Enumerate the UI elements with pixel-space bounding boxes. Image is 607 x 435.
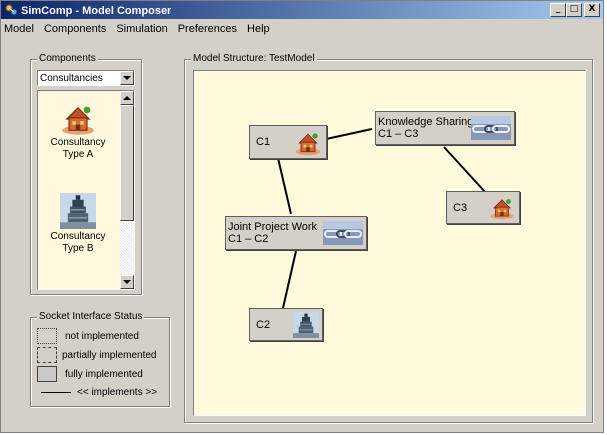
- menu-preferences[interactable]: Preferences: [173, 23, 242, 35]
- menu-help[interactable]: Help: [242, 23, 275, 35]
- tower-icon: [60, 192, 96, 230]
- node-label: Knowledge Sharing C1 – C3: [376, 116, 473, 140]
- connector-node-joint-project-work[interactable]: Joint Project Work C1 – C2: [225, 216, 367, 250]
- house-icon: [295, 132, 321, 156]
- category-select[interactable]: Consultancies: [37, 70, 135, 86]
- tower-icon: [293, 312, 319, 338]
- connector-title: Knowledge Sharing: [378, 116, 474, 128]
- component-node-c2[interactable]: C2: [249, 308, 323, 341]
- component-palette[interactable]: Consultancy Type A Consultancy Type B: [37, 90, 135, 290]
- menu-components[interactable]: Components: [39, 23, 111, 35]
- legend-label: fully implemented: [65, 368, 143, 380]
- scroll-up-button[interactable]: [120, 91, 134, 105]
- window-title: SimComp - Model Composer: [21, 4, 172, 17]
- solid-box-icon: [37, 366, 57, 382]
- maximize-button[interactable]: □: [566, 3, 582, 17]
- socket-status-legend: Socket Interface Status: [37, 311, 145, 322]
- node-label: Joint Project Work C1 – C2: [226, 221, 317, 245]
- palette-item-label: Consultancy: [50, 137, 106, 148]
- connector-endpoints: C1 – C3: [378, 128, 419, 140]
- node-label: C1: [256, 136, 271, 148]
- dropdown-arrow-button[interactable]: [120, 71, 134, 85]
- socket-status-panel: Socket Interface Status not implemented …: [30, 311, 170, 407]
- chevron-down-icon: [123, 280, 131, 284]
- legend-row-implements: << implements >>: [41, 387, 157, 398]
- palette-item-consultancy-b[interactable]: Consultancy Type B: [38, 191, 118, 255]
- legend-label: partially implemented: [62, 349, 157, 361]
- palette-item-consultancy-a[interactable]: Consultancy Type A: [38, 101, 118, 161]
- dotted-box-icon: [37, 328, 57, 344]
- line-icon: [41, 392, 71, 393]
- close-button[interactable]: X: [584, 3, 600, 17]
- link-knowledge-sharing-c3: [443, 146, 487, 194]
- dashed-box-icon: [37, 347, 57, 363]
- menu-bar: Model Components Simulation Preferences …: [1, 20, 603, 38]
- model-structure-panel: Model Structure: TestModel C1 C2 C3 Know…: [184, 53, 593, 423]
- model-structure-legend: Model Structure: TestModel: [191, 53, 317, 64]
- link-c1-joint-project: [277, 157, 292, 215]
- chevron-down-icon: [123, 76, 131, 80]
- palette-scrollbar[interactable]: [120, 91, 134, 289]
- app-icon: [4, 3, 18, 17]
- title-bar[interactable]: SimComp - Model Composer _ □ X: [1, 1, 603, 19]
- menu-model[interactable]: Model: [1, 23, 39, 35]
- minimize-button[interactable]: _: [550, 3, 566, 17]
- menu-simulation[interactable]: Simulation: [111, 23, 172, 35]
- legend-label: << implements >>: [77, 387, 158, 398]
- connector-title: Joint Project Work: [228, 221, 318, 233]
- palette-item-sublabel: Type A: [62, 149, 94, 160]
- main-window: SimComp - Model Composer _ □ X Model Com…: [0, 0, 604, 433]
- node-label: C3: [453, 201, 468, 214]
- scroll-down-button[interactable]: [120, 275, 134, 289]
- component-node-c1[interactable]: C1: [249, 125, 327, 159]
- legend-row-fully-implemented: fully implemented: [37, 366, 143, 382]
- link-joint-project-c2: [282, 250, 297, 309]
- category-select-value: Consultancies: [40, 72, 103, 84]
- house-icon: [61, 106, 95, 136]
- components-panel: Components Consultancies Consultancy Typ…: [30, 53, 142, 295]
- scrollbar-thumb[interactable]: [120, 105, 134, 221]
- chevron-up-icon: [123, 96, 131, 100]
- connector-node-knowledge-sharing[interactable]: Knowledge Sharing C1 – C3: [375, 111, 515, 145]
- connector-endpoints: C1 – C2: [228, 233, 269, 245]
- model-canvas[interactable]: C1 C2 C3 Knowledge Sharing C1 – C3 Joint…: [193, 70, 586, 416]
- legend-label: not implemented: [65, 330, 139, 342]
- chain-link-icon: [471, 115, 511, 141]
- components-legend: Components: [37, 53, 98, 64]
- component-node-c3[interactable]: C3: [446, 191, 520, 224]
- node-label: C2: [256, 318, 271, 331]
- house-icon: [490, 198, 514, 220]
- legend-row-not-implemented: not implemented: [37, 328, 139, 344]
- palette-item-label: Consultancy: [50, 231, 106, 242]
- chain-link-icon: [323, 220, 363, 246]
- palette-item-sublabel: Type B: [62, 243, 94, 254]
- legend-row-partially-implemented: partially implemented: [37, 347, 157, 363]
